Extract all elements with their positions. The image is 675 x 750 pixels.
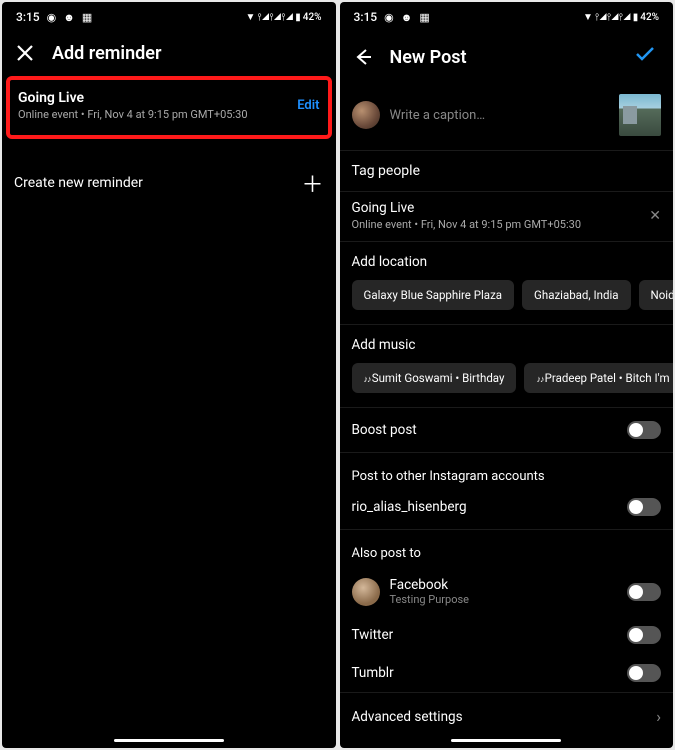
back-icon[interactable] bbox=[352, 46, 374, 68]
caption-input[interactable]: Write a caption… bbox=[390, 108, 610, 123]
battery-percent: 42% bbox=[640, 12, 659, 23]
tumblr-label: Tumblr bbox=[352, 665, 394, 681]
also-post-to-label: Also post to bbox=[340, 529, 674, 567]
reddit-icon: ◉ bbox=[384, 11, 394, 24]
location-chip[interactable]: Ghaziabad, India bbox=[522, 280, 631, 310]
reddit-icon: ◉ bbox=[47, 11, 57, 24]
music-chip[interactable]: Pradeep Patel • Bitch I'm Back bbox=[524, 363, 673, 393]
wifi-icon: ▼ bbox=[245, 12, 255, 23]
header: Add reminder bbox=[2, 28, 336, 76]
edit-button[interactable]: Edit bbox=[297, 98, 319, 113]
status-time: 3:15 bbox=[354, 10, 378, 24]
reminder-row[interactable]: Going Live Online event • Fri, Nov 4 at … bbox=[340, 191, 674, 242]
status-bar: 3:15 ◉ ☻ ▦ ▼ ⫯◢⫯◢⫯◢ ▮ 42% bbox=[2, 2, 336, 28]
twitter-label: Twitter bbox=[352, 627, 394, 643]
other-account-row[interactable]: rio_alias_hisenberg bbox=[340, 490, 674, 529]
battery-icon: ▮ bbox=[633, 12, 639, 23]
boost-post-label: Boost post bbox=[352, 422, 417, 438]
boost-toggle[interactable] bbox=[627, 421, 661, 439]
phone-add-reminder: 3:15 ◉ ☻ ▦ ▼ ⫯◢⫯◢⫯◢ ▮ 42% Add reminder G… bbox=[2, 2, 336, 748]
facebook-label: Facebook bbox=[390, 577, 618, 593]
post-thumbnail[interactable] bbox=[619, 94, 661, 136]
submit-check-icon[interactable] bbox=[633, 42, 657, 72]
post-to-other-label: Post to other Instagram accounts bbox=[340, 452, 674, 490]
battery-percent: 42% bbox=[303, 12, 322, 23]
tumblr-row[interactable]: Tumblr bbox=[340, 654, 674, 692]
calendar-icon: ▦ bbox=[82, 11, 92, 24]
avatar bbox=[352, 101, 380, 129]
discord-icon: ☻ bbox=[63, 11, 75, 24]
facebook-row[interactable]: Facebook Testing Purpose bbox=[340, 567, 674, 616]
tumblr-toggle[interactable] bbox=[627, 664, 661, 682]
account-name: rio_alias_hisenberg bbox=[352, 499, 467, 515]
nav-handle bbox=[114, 739, 224, 742]
nav-handle bbox=[451, 739, 561, 742]
remove-reminder-icon[interactable]: ✕ bbox=[649, 208, 661, 224]
reminder-title: Going Live bbox=[352, 200, 650, 216]
create-new-reminder-row[interactable]: Create new reminder ＋ bbox=[2, 153, 336, 213]
header: New Post bbox=[340, 28, 674, 84]
add-location-label[interactable]: Add location bbox=[340, 242, 674, 280]
phone-new-post: 3:15 ◉ ☻ ▦ ▼ ⫯◢⫯◢⫯◢ ▮ 42% New Post Write… bbox=[340, 2, 674, 748]
reminder-title: Going Live bbox=[18, 90, 297, 106]
location-chip[interactable]: Noida E bbox=[639, 280, 673, 310]
add-music-label[interactable]: Add music bbox=[340, 324, 674, 363]
page-title: New Post bbox=[390, 47, 618, 68]
twitter-toggle[interactable] bbox=[627, 626, 661, 644]
status-bar: 3:15 ◉ ☻ ▦ ▼ ⫯◢⫯◢⫯◢ ▮ 42% bbox=[340, 2, 674, 28]
reminder-card-highlighted[interactable]: Going Live Online event • Fri, Nov 4 at … bbox=[6, 76, 332, 139]
caption-row: Write a caption… bbox=[340, 84, 674, 150]
music-chips: Sumit Goswami • Birthday Pradeep Patel •… bbox=[340, 363, 674, 407]
location-chips: Galaxy Blue Sapphire Plaza Ghaziabad, In… bbox=[340, 280, 674, 324]
signal-icons: ⫯◢⫯◢⫯◢ bbox=[595, 12, 631, 23]
plus-icon: ＋ bbox=[301, 167, 323, 199]
music-chip[interactable]: Sumit Goswami • Birthday bbox=[352, 363, 517, 393]
location-chip[interactable]: Galaxy Blue Sapphire Plaza bbox=[352, 280, 515, 310]
twitter-row[interactable]: Twitter bbox=[340, 616, 674, 654]
tag-people-row[interactable]: Tag people bbox=[340, 150, 674, 191]
signal-icons: ⫯◢⫯◢⫯◢ bbox=[257, 12, 293, 23]
boost-post-row[interactable]: Boost post bbox=[340, 407, 674, 452]
status-time: 3:15 bbox=[16, 10, 40, 24]
reminder-subtitle: Online event • Fri, Nov 4 at 9:15 pm GMT… bbox=[18, 108, 297, 121]
discord-icon: ☻ bbox=[401, 11, 413, 24]
battery-icon: ▮ bbox=[295, 12, 301, 23]
close-icon[interactable] bbox=[14, 42, 36, 64]
account-toggle[interactable] bbox=[627, 498, 661, 516]
advanced-settings-row[interactable]: Advanced settings › bbox=[340, 692, 674, 740]
page-title: Add reminder bbox=[52, 43, 324, 64]
facebook-sub: Testing Purpose bbox=[390, 593, 618, 606]
reminder-subtitle: Online event • Fri, Nov 4 at 9:15 pm GMT… bbox=[352, 218, 650, 231]
advanced-label: Advanced settings bbox=[352, 709, 463, 725]
fb-avatar bbox=[352, 578, 380, 606]
wifi-icon: ▼ bbox=[583, 12, 593, 23]
chevron-right-icon: › bbox=[656, 707, 661, 726]
tag-people-label: Tag people bbox=[352, 163, 421, 179]
facebook-toggle[interactable] bbox=[627, 583, 661, 601]
calendar-icon: ▦ bbox=[419, 11, 429, 24]
create-new-label: Create new reminder bbox=[14, 175, 143, 191]
